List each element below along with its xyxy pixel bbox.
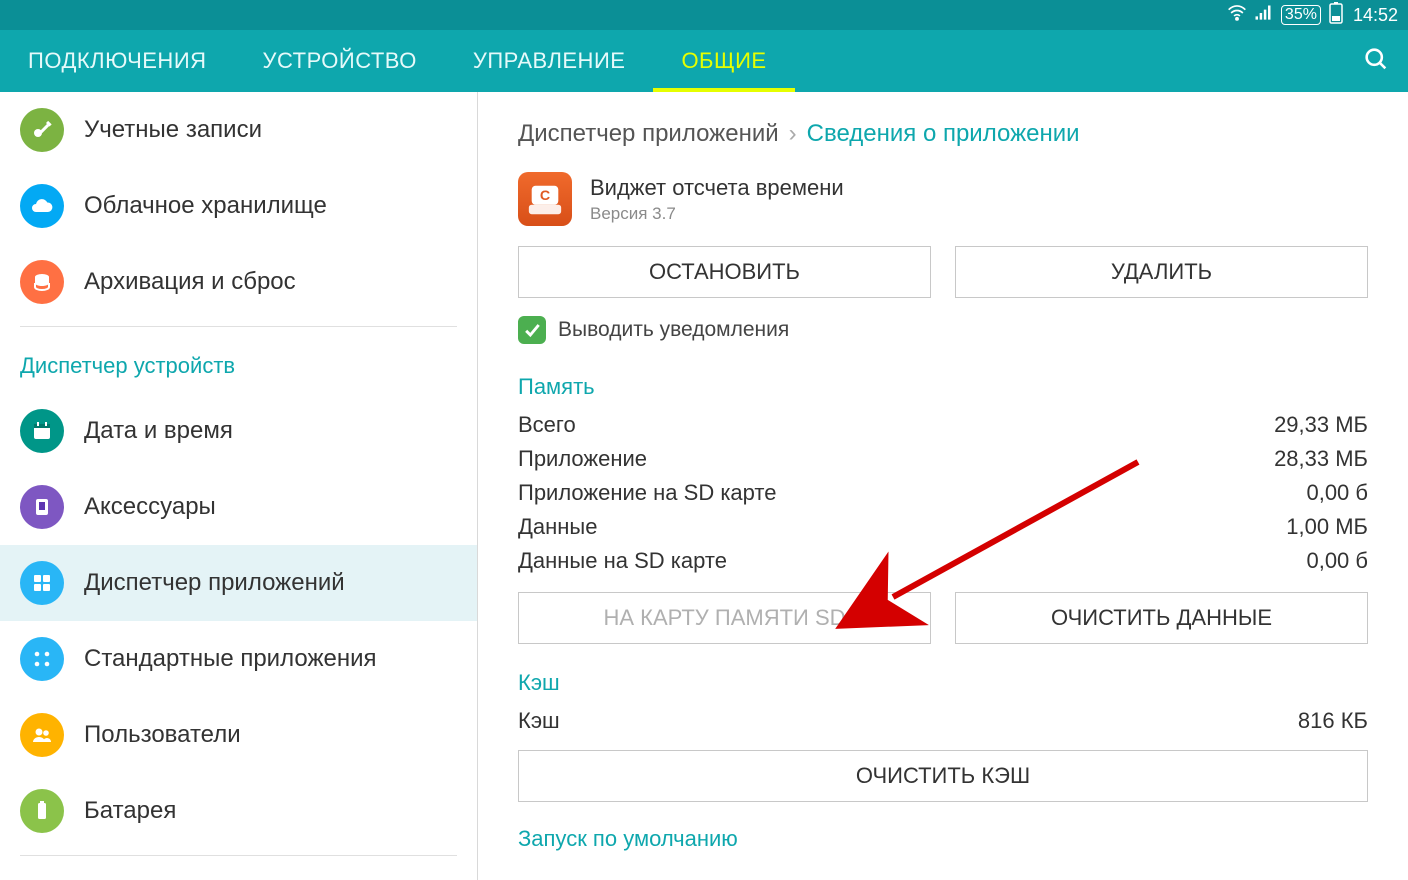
users-icon [20, 713, 64, 757]
sidebar-item-label: Пользователи [84, 721, 241, 749]
tab-general[interactable]: ОБЩИЕ [653, 30, 794, 92]
sidebar-item-battery[interactable]: Батарея [0, 773, 477, 849]
label: Данные на SD карте [518, 548, 727, 574]
sidebar-item-cloud[interactable]: Облачное хранилище [0, 168, 477, 244]
value: 0,00 б [1306, 548, 1368, 574]
app-version: Версия 3.7 [590, 204, 844, 224]
key-icon [20, 108, 64, 152]
sidebar-item-label: Стандартные приложения [84, 645, 377, 673]
sidebar-item-label: Учетные записи [84, 116, 262, 144]
value: 29,33 МБ [1274, 412, 1368, 438]
label: Кэш [518, 708, 560, 734]
battery-percent: 35% [1281, 5, 1321, 25]
sidebar-item-default-apps[interactable]: Стандартные приложения [0, 621, 477, 697]
stop-button[interactable]: ОСТАНОВИТЬ [518, 246, 931, 298]
breadcrumb: Диспетчер приложений › Сведения о прилож… [478, 92, 1408, 158]
sidebar-item-label: Архивация и сброс [84, 268, 296, 296]
breadcrumb-current: Сведения о приложении [807, 120, 1080, 148]
app-header: C Виджет отсчета времени Версия 3.7 [478, 158, 1408, 246]
checkbox-label: Выводить уведомления [558, 318, 789, 342]
checkbox-checked-icon [518, 316, 546, 344]
accessory-icon [20, 485, 64, 529]
sidebar-item-backup[interactable]: Архивация и сброс [0, 244, 477, 320]
notifications-checkbox-row[interactable]: Выводить уведомления [478, 312, 1408, 358]
sidebar-item-accessories[interactable]: Аксессуары [0, 469, 477, 545]
sidebar-item-label: Облачное хранилище [84, 192, 327, 220]
battery-icon [20, 789, 64, 833]
separator [20, 326, 457, 327]
sidebar-section-header: Диспетчер устройств [0, 333, 477, 393]
memory-total-row: Всего 29,33 МБ [478, 408, 1408, 442]
svg-text:C: C [540, 188, 550, 204]
label: Приложение [518, 446, 647, 472]
sidebar-item-label: Диспетчер приложений [84, 569, 345, 597]
sidebar-item-users[interactable]: Пользователи [0, 697, 477, 773]
label: Приложение на SD карте [518, 480, 776, 506]
memory-app-row: Приложение 28,33 МБ [478, 442, 1408, 476]
value: 28,33 МБ [1274, 446, 1368, 472]
wifi-icon [1227, 3, 1247, 28]
section-memory-title: Память [478, 358, 1408, 408]
cloud-icon [20, 184, 64, 228]
signal-icon [1253, 3, 1273, 28]
delete-button[interactable]: УДАЛИТЬ [955, 246, 1368, 298]
memory-datasd-row: Данные на SD карте 0,00 б [478, 544, 1408, 578]
clock: 14:52 [1353, 5, 1398, 26]
memory-data-row: Данные 1,00 МБ [478, 510, 1408, 544]
search-button[interactable] [1352, 37, 1400, 85]
memory-appsd-row: Приложение на SD карте 0,00 б [478, 476, 1408, 510]
sidebar: Учетные записи Облачное хранилище Архива… [0, 92, 478, 880]
tab-device[interactable]: УСТРОЙСТВО [235, 30, 445, 92]
sidebar-item-accounts[interactable]: Учетные записи [0, 92, 477, 168]
app-name: Виджет отсчета времени [590, 175, 844, 201]
sidebar-item-label: Батарея [84, 797, 176, 825]
cache-row: Кэш 816 КБ [478, 704, 1408, 738]
apps-icon [20, 637, 64, 681]
tab-connections[interactable]: ПОДКЛЮЧЕНИЯ [0, 30, 235, 92]
label: Всего [518, 412, 576, 438]
status-bar: 35% 14:52 [0, 0, 1408, 30]
clear-data-button[interactable]: ОЧИСТИТЬ ДАННЫЕ [955, 592, 1368, 644]
tab-management[interactable]: УПРАВЛЕНИЕ [445, 30, 654, 92]
backup-icon [20, 260, 64, 304]
top-tabs: ПОДКЛЮЧЕНИЯ УСТРОЙСТВО УПРАВЛЕНИЕ ОБЩИЕ [0, 30, 1408, 92]
main-panel: Диспетчер приложений › Сведения о прилож… [478, 92, 1408, 880]
label: Данные [518, 514, 597, 540]
value: 0,00 б [1306, 480, 1368, 506]
grid-icon [20, 561, 64, 605]
search-icon [1362, 45, 1390, 78]
value: 816 КБ [1298, 708, 1368, 734]
calendar-icon [20, 409, 64, 453]
separator [20, 855, 457, 856]
sidebar-item-label: Дата и время [84, 417, 233, 445]
section-cache-title: Кэш [478, 654, 1408, 704]
breadcrumb-parent[interactable]: Диспетчер приложений [518, 120, 779, 148]
clear-cache-button[interactable]: ОЧИСТИТЬ КЭШ [518, 750, 1368, 802]
sidebar-item-label: Аксессуары [84, 493, 216, 521]
section-launch-title: Запуск по умолчанию [478, 810, 1408, 860]
sidebar-item-app-manager[interactable]: Диспетчер приложений [0, 545, 477, 621]
battery-icon [1329, 2, 1343, 29]
value: 1,00 МБ [1286, 514, 1368, 540]
move-to-sd-button[interactable]: НА КАРТУ ПАМЯТИ SD [518, 592, 931, 644]
app-icon: C [518, 172, 572, 226]
sidebar-item-datetime[interactable]: Дата и время [0, 393, 477, 469]
chevron-right-icon: › [789, 120, 797, 148]
